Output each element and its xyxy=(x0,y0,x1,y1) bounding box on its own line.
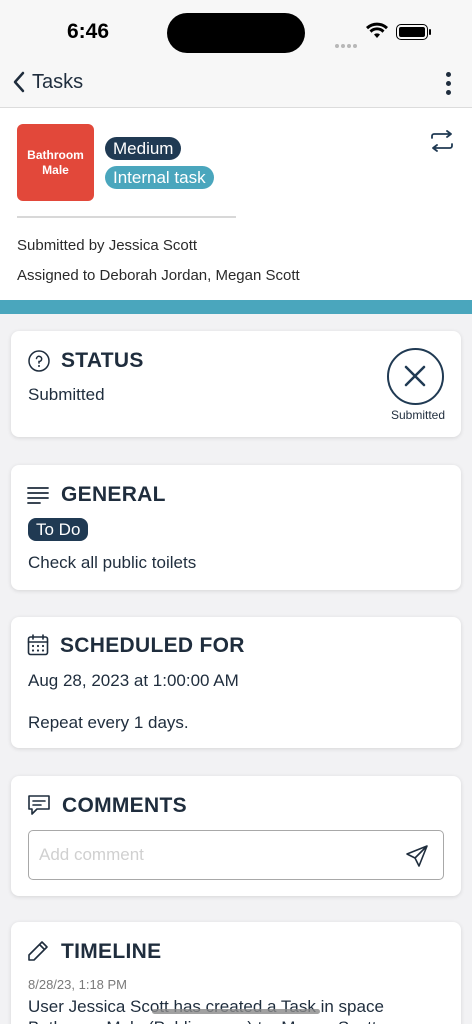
task-description: Check all public toilets xyxy=(28,553,197,572)
task-type-badge: Internal task xyxy=(105,166,214,189)
comments-title: COMMENTS xyxy=(62,794,187,817)
close-circle-icon[interactable] xyxy=(387,348,444,405)
status-time: 6:46 xyxy=(67,20,110,43)
status-badge-caption: Submitted xyxy=(390,408,445,422)
more-vertical-icon[interactable] xyxy=(440,72,456,98)
general-title: GENERAL xyxy=(61,483,166,506)
send-icon[interactable] xyxy=(405,844,429,868)
lines-icon xyxy=(27,487,49,504)
status-title: STATUS xyxy=(61,349,144,372)
question-circle-icon xyxy=(28,350,50,372)
status-value: Submitted xyxy=(28,385,105,404)
space-tile[interactable]: Bathroom Male xyxy=(17,124,94,201)
timeline-title: TIMELINE xyxy=(61,940,162,963)
back-button[interactable]: Tasks xyxy=(12,70,83,94)
status-card: STATUS Submitted Submitted xyxy=(11,331,461,437)
comment-input[interactable] xyxy=(39,843,399,867)
wifi-icon xyxy=(366,22,388,38)
battery-icon xyxy=(396,24,431,40)
dynamic-island xyxy=(167,13,305,53)
chevron-left-icon xyxy=(13,71,25,93)
comment-icon xyxy=(28,795,50,815)
swap-icon[interactable] xyxy=(430,130,454,152)
scheduled-datetime: Aug 28, 2023 at 1:00:00 AM xyxy=(28,671,239,690)
priority-badge: Medium xyxy=(105,137,182,160)
comments-card: COMMENTS xyxy=(11,776,461,896)
divider xyxy=(17,216,236,218)
comment-field[interactable] xyxy=(28,830,444,880)
task-header: Bathroom Male Medium Internal task Submi… xyxy=(0,108,472,300)
signal-icon xyxy=(335,35,359,53)
nav-bar: Tasks xyxy=(0,64,472,108)
scheduled-title: SCHEDULED FOR xyxy=(60,634,245,657)
task-state-badge: To Do xyxy=(28,518,89,541)
status-bar: 6:46 xyxy=(0,0,472,64)
home-indicator xyxy=(152,1009,320,1014)
submitted-by: Submitted by Jessica Scott xyxy=(17,237,198,254)
assigned-to: Assigned to Deborah Jordan, Megan Scott xyxy=(17,267,300,284)
timeline-date: 8/28/23, 1:18 PM xyxy=(28,977,128,992)
accent-bar xyxy=(0,300,472,314)
calendar-icon xyxy=(27,634,49,656)
back-label: Tasks xyxy=(32,70,84,93)
pencil-icon xyxy=(28,941,48,961)
repeat-info: Repeat every 1 days. xyxy=(28,713,189,732)
scheduled-card: SCHEDULED FOR Aug 28, 2023 at 1:00:00 AM… xyxy=(11,617,461,748)
general-card: GENERAL To Do Check all public toilets xyxy=(11,465,461,590)
